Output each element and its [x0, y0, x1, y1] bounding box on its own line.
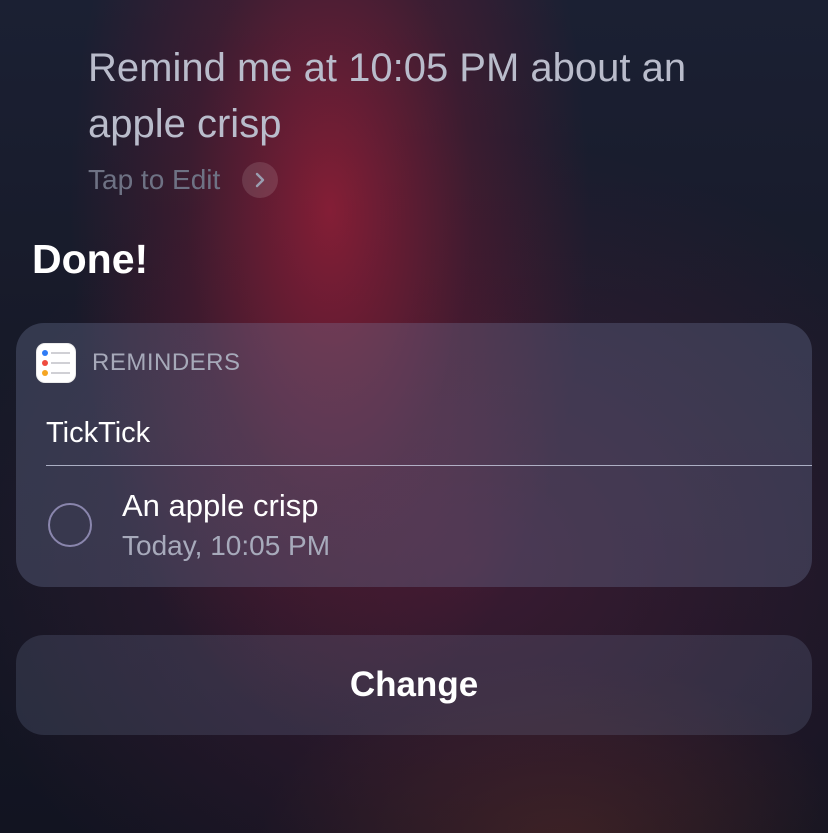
reminder-checkbox[interactable] — [48, 503, 92, 547]
reminder-due-date: Today, 10:05 PM — [122, 530, 331, 561]
reminders-app-icon — [36, 343, 76, 383]
reminder-card: REMINDERS TickTick An apple crisp Today,… — [16, 323, 812, 587]
siri-response: Done! — [32, 236, 149, 282]
list-name: TickTick — [46, 417, 151, 449]
siri-query-text: Remind me at 10:05 PM about an apple cri… — [88, 46, 687, 146]
card-header: REMINDERS — [36, 343, 241, 383]
reminder-title: An apple crisp — [122, 488, 319, 523]
tap-to-edit-label: Tap to Edit — [88, 164, 221, 195]
app-name-label: REMINDERS — [92, 349, 241, 376]
list-divider — [46, 465, 812, 466]
change-button[interactable]: Change — [16, 635, 812, 735]
tap-to-edit-link[interactable]: Tap to Edit — [88, 162, 279, 198]
chevron-right-icon — [242, 162, 279, 198]
